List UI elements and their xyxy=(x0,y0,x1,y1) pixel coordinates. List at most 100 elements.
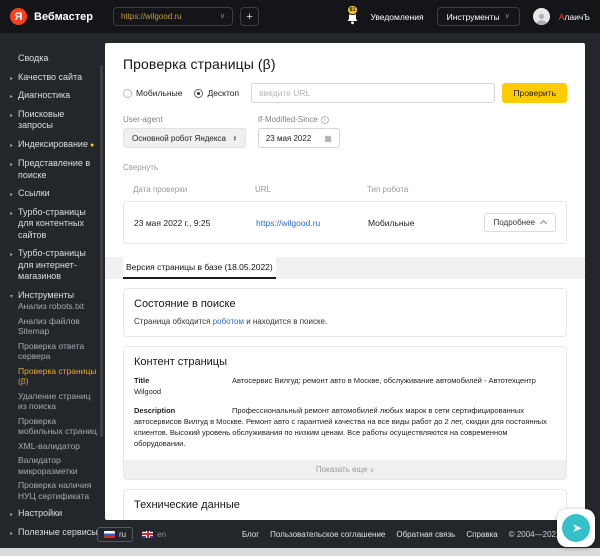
sidebar-item-tools[interactable]: ▾ Инструменты Анализ robots.txt Анализ фа… xyxy=(10,290,99,502)
date-value: 23 мая 2022 xyxy=(265,133,312,143)
details-button[interactable]: Подробнее xyxy=(483,213,556,232)
footer-link-feedback[interactable]: Обратная связь xyxy=(396,530,455,539)
user-name[interactable]: АлаичЪ xyxy=(559,12,590,22)
sidebar-item-settings[interactable]: ▸ Настройки xyxy=(10,508,99,520)
sidebar-item-label: Ссылки xyxy=(18,188,50,198)
sidebar-tool-robots-txt[interactable]: Анализ robots.txt xyxy=(18,301,99,312)
site-selector-value: https://wilgood.ru xyxy=(121,12,182,21)
tab-strip: Версия страницы в базе (18.05.2022) xyxy=(105,257,585,279)
title-label: Title xyxy=(134,376,150,385)
title-row: Title Автосервис Вилгуд: ремонт авто в Мо… xyxy=(134,375,556,397)
yandex-logo-icon[interactable]: Я xyxy=(10,8,27,25)
app-title[interactable]: Вебмастер xyxy=(34,11,93,23)
url-input[interactable] xyxy=(251,83,496,103)
sidebar-item-search-appearance[interactable]: ▸ Представление в поиске xyxy=(10,158,99,181)
user-agent-value: Основной робот Яндекса xyxy=(132,133,226,143)
radio-circle-checked-icon xyxy=(194,88,204,98)
cell-url-link[interactable]: https://wilgood.ru xyxy=(256,218,320,228)
chevron-right-icon: ▸ xyxy=(10,94,14,100)
sidebar-nav: Сводка ▸ Качество сайта ▸ Диагностика ▸ Пои… xyxy=(0,43,105,545)
sidebar-item-label: Представление в поиске xyxy=(18,158,91,180)
sidebar-tool-sitemap[interactable]: Анализ файлов Sitemap xyxy=(18,316,99,337)
user-avatar[interactable] xyxy=(532,8,550,25)
updown-arrows-icon: ▲ ▼ xyxy=(232,133,237,142)
footer-link-help[interactable]: Справка xyxy=(466,530,497,539)
chat-widget-button[interactable]: ➤ xyxy=(557,509,595,547)
sidebar-item-label: Настройки xyxy=(18,508,63,518)
footer-link-blog[interactable]: Блог xyxy=(242,530,259,539)
technical-data-card: Технические данные Статус в поисковой ба… xyxy=(123,489,567,520)
language-ru-label: ru xyxy=(119,529,127,539)
sidebar-item-diagnostics[interactable]: ▸ Диагностика xyxy=(10,90,99,102)
chevron-down-icon: ∨ xyxy=(504,13,510,20)
notifications-bell-icon[interactable]: 81 xyxy=(346,4,361,25)
calendar-icon: ▦ xyxy=(324,133,332,143)
info-icon[interactable]: i xyxy=(320,116,329,124)
tools-menu-button[interactable]: Инструменты ∨ xyxy=(436,7,520,26)
radio-desktop-label: Десктоп xyxy=(207,88,240,98)
col-header-robot-type: Тип робота xyxy=(367,185,409,194)
sidebar-item-indexing[interactable]: ▸ Индексирование ● xyxy=(10,139,99,152)
sidebar-item-label: Индексирование xyxy=(18,138,88,149)
main-panel: Проверка страницы (β) Мобильные Десктоп … xyxy=(105,43,585,520)
user-name-rest: лаичЪ xyxy=(564,11,590,22)
page-content-title: Контент страницы xyxy=(134,356,228,368)
sidebar-tool-server-response[interactable]: Проверка ответа сервера xyxy=(18,341,99,362)
search-status-card: Состояние в поиске Страница обходится ро… xyxy=(123,288,567,337)
sidebar-tool-page-check-active[interactable]: Проверка страницы (β) xyxy=(18,366,99,387)
sidebar-item-site-quality[interactable]: ▸ Качество сайта xyxy=(10,72,99,84)
language-en-button[interactable]: en xyxy=(142,530,166,539)
chevron-right-icon: ▸ xyxy=(10,142,14,149)
radio-desktop[interactable]: Десктоп xyxy=(194,88,239,98)
top-bar: Я Вебмастер https://wilgood.ru ∨ + 81 Ув… xyxy=(0,0,600,33)
table-row: 23 мая 2022 г., 9:25 https://wilgood.ru … xyxy=(123,201,567,244)
cell-check-date: 23 мая 2022 г., 9:25 xyxy=(134,217,211,228)
add-site-button[interactable]: + xyxy=(240,7,260,26)
page-title: Проверка страницы (β) xyxy=(123,56,276,72)
site-selector-dropdown[interactable]: https://wilgood.ru ∨ xyxy=(113,7,234,26)
sidebar-item-turbo-content[interactable]: ▸ Турбо-страницы для контентных сайтов xyxy=(10,207,99,242)
radio-mobile[interactable]: Мобильные xyxy=(123,88,182,98)
user-agent-select[interactable]: Основной робот Яндекса ▲ ▼ xyxy=(123,128,246,148)
page-bottom-edge xyxy=(0,548,600,556)
notifications-label[interactable]: Уведомления xyxy=(370,12,423,22)
new-indicator-dot-icon: ● xyxy=(89,141,95,149)
sidebar-item-summary[interactable]: Сводка xyxy=(10,53,99,65)
check-form-row: Мобильные Десктоп Проверить xyxy=(123,83,567,103)
page-content-card: Контент страницы Title Автосервис Вилгуд:… xyxy=(123,346,567,480)
sidebar-item-turbo-commerce[interactable]: ▸ Турбо-страницы для интернет-магазинов xyxy=(10,248,99,283)
chevron-right-icon: ▸ xyxy=(10,252,14,258)
notifications-count-badge: 81 xyxy=(347,4,358,15)
check-button[interactable]: Проверить xyxy=(502,83,567,103)
flag-en-icon xyxy=(142,530,154,538)
sidebar-tool-page-removal[interactable]: Удаление страниц из поиска xyxy=(18,391,99,412)
collapse-link[interactable]: Свернуть xyxy=(123,163,158,172)
footer-link-user-agreement[interactable]: Пользовательское соглашение xyxy=(270,530,385,539)
chevron-right-icon: ▸ xyxy=(10,75,14,82)
send-icon: ➤ xyxy=(571,521,583,535)
search-status-text: Страница обходится роботом и находится в… xyxy=(134,317,328,326)
sidebar-tool-nuc-certificate[interactable]: Проверка наличия НУЦ сертификата xyxy=(18,480,99,501)
sidebar-tool-microdata-validator[interactable]: Валидатор микроразметки xyxy=(18,455,99,476)
if-modified-since-label: If-Modified-Since i xyxy=(258,115,340,124)
date-input[interactable]: 23 мая 2022 ▦ xyxy=(257,128,340,148)
sidebar-tool-mobile-check[interactable]: Проверка мобильных страниц xyxy=(18,416,99,437)
chevron-down-icon: ∨ xyxy=(219,13,226,20)
chevron-right-icon: ▸ xyxy=(10,162,14,168)
sidebar-tool-xml-validator[interactable]: XML-валидатор xyxy=(18,441,99,452)
sidebar-item-label: Сводка xyxy=(18,53,49,63)
robot-link[interactable]: роботом xyxy=(213,317,244,326)
sidebar-item-links[interactable]: ▸ Ссылки xyxy=(10,188,99,200)
sidebar-item-label: Поисковые запросы xyxy=(18,108,65,131)
tab-db-version-active[interactable]: Версия страницы в базе (18.05.2022) xyxy=(123,257,276,279)
sidebar-item-label: Турбо-страницы для контентных сайтов xyxy=(18,206,86,240)
language-en-label: en xyxy=(157,529,167,539)
sidebar-item-search-queries[interactable]: ▸ Поисковые запросы xyxy=(10,109,99,132)
chevron-right-icon: ▸ xyxy=(10,210,14,217)
show-more-content-button[interactable]: Показать еще ∨ xyxy=(124,460,566,479)
language-ru-button[interactable]: ru xyxy=(97,526,134,542)
col-header-url: URL xyxy=(255,185,272,194)
options-row: User-agent Основной робот Яндекса ▲ ▼ If-… xyxy=(123,115,567,148)
chevron-right-icon: ▸ xyxy=(10,112,14,119)
sidebar-item-label: Качество сайта xyxy=(18,71,83,82)
